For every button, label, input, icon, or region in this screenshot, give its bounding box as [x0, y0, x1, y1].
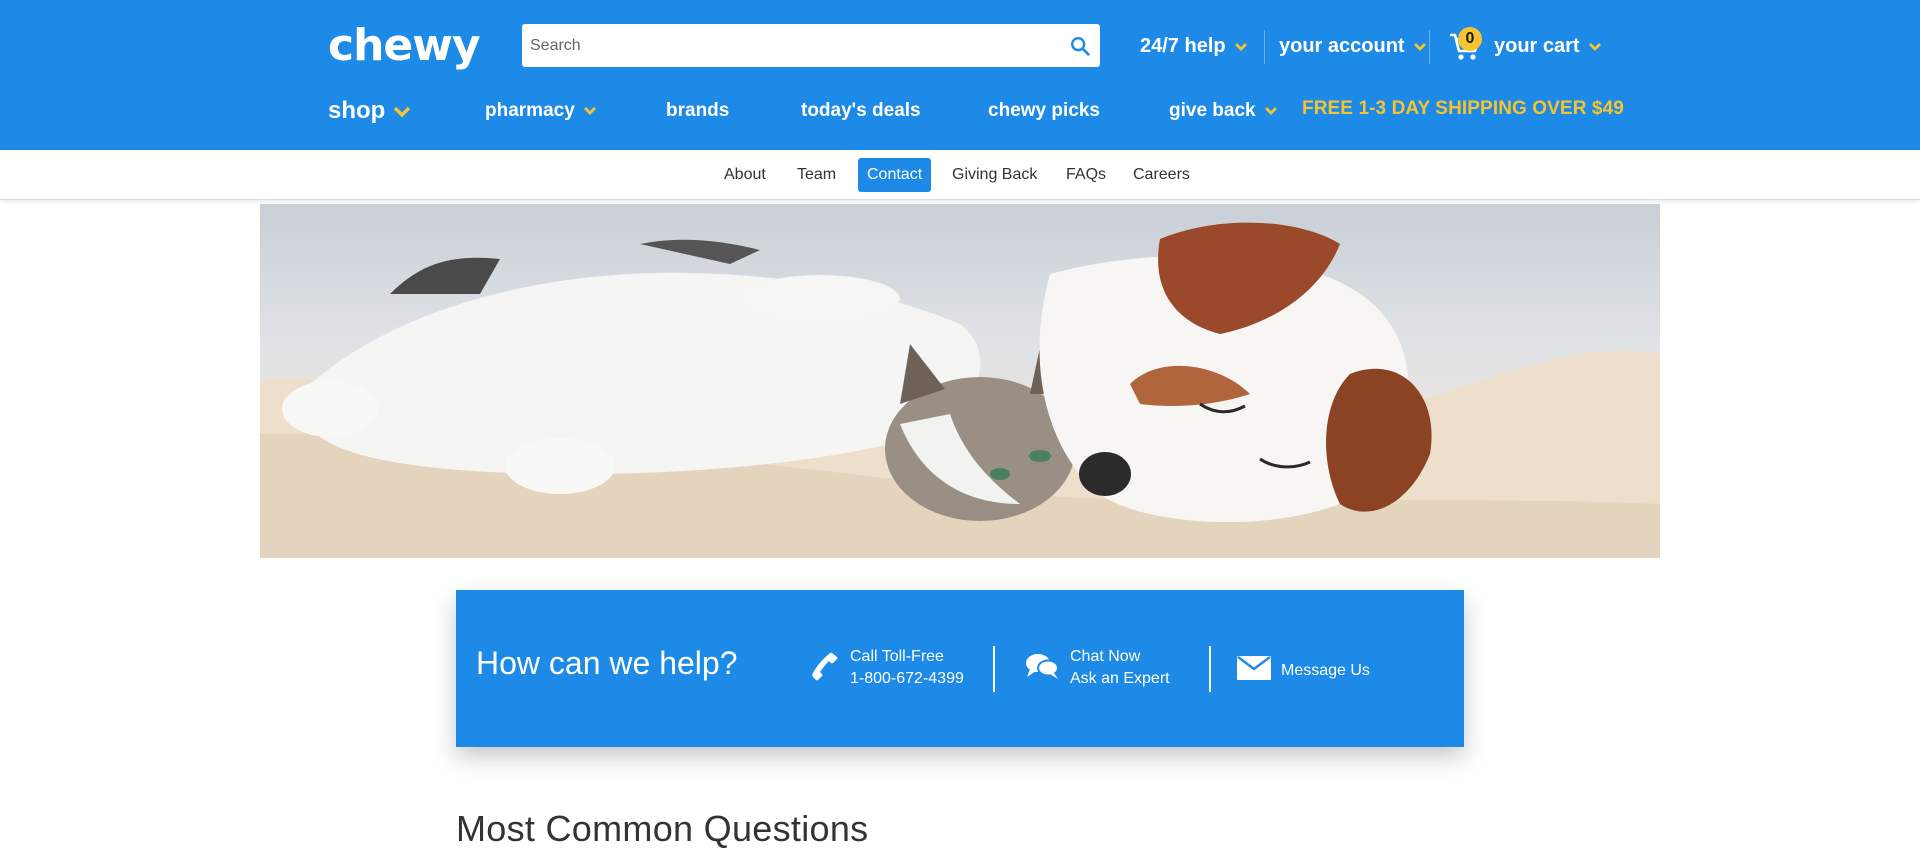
contact-help-box: How can we help? Call Toll-Free 1-800-67…: [456, 590, 1464, 747]
chat-icon: [1024, 651, 1060, 686]
nav-give-back[interactable]: give back: [1169, 96, 1278, 126]
subnav-careers[interactable]: Careers: [1124, 158, 1199, 192]
account-menu[interactable]: your account: [1279, 28, 1427, 64]
mail-icon: [1237, 656, 1271, 685]
chat-sublabel: Ask an Expert: [1070, 670, 1170, 687]
nav-shop-label: shop: [328, 97, 386, 124]
chevron-down-icon: [1413, 35, 1427, 58]
chevron-down-icon: [393, 97, 411, 125]
subnav-about[interactable]: About: [715, 158, 775, 192]
cart-menu-label: your cart: [1494, 34, 1580, 57]
phone-icon: [810, 651, 840, 686]
nav-brands[interactable]: brands: [666, 96, 729, 126]
about-subnav: About Team Contact Giving Back FAQs Care…: [0, 150, 1920, 200]
subnav-team[interactable]: Team: [788, 158, 845, 192]
help-divider: [1209, 646, 1211, 692]
subnav-contact[interactable]: Contact: [858, 158, 932, 192]
nav-chewy-picks[interactable]: chewy picks: [988, 96, 1100, 126]
message-label: Message Us: [1281, 661, 1370, 679]
hero-image-cat-and-dog: [260, 204, 1660, 558]
chevron-down-icon: [1264, 100, 1278, 122]
most-common-questions-heading: Most Common Questions: [456, 808, 869, 849]
chevron-down-icon: [1234, 35, 1248, 58]
chevron-down-icon: [583, 100, 597, 122]
cart-count-badge: 0: [1458, 27, 1482, 51]
message-us-option[interactable]: Message Us: [1237, 656, 1370, 685]
header-divider: [1429, 30, 1430, 64]
search-bar: [522, 24, 1100, 67]
account-menu-label: your account: [1279, 34, 1405, 57]
chat-label: Chat Now: [1070, 648, 1141, 665]
call-label: Call Toll-Free: [850, 648, 944, 665]
free-shipping-promo[interactable]: FREE 1-3 DAY SHIPPING OVER $49: [1302, 98, 1624, 120]
chewy-logo[interactable]: chewy: [328, 22, 482, 72]
nav-pharmacy-label: pharmacy: [485, 100, 575, 121]
subnav-faqs[interactable]: FAQs: [1057, 158, 1115, 192]
help-menu[interactable]: 24/7 help: [1140, 28, 1248, 64]
chevron-down-icon: [1588, 35, 1602, 58]
help-divider: [993, 646, 995, 692]
help-title: How can we help?: [476, 645, 738, 681]
nav-brands-label: brands: [666, 100, 730, 121]
chat-now-option[interactable]: Chat Now Ask an Expert: [1024, 646, 1170, 690]
search-input[interactable]: [522, 24, 1060, 67]
header-divider: [1264, 30, 1265, 64]
nav-pharmacy[interactable]: pharmacy: [485, 96, 597, 126]
search-icon[interactable]: [1060, 24, 1100, 67]
call-toll-free-option[interactable]: Call Toll-Free 1-800-672-4399: [810, 646, 964, 690]
nav-todays-deals-label: today's deals: [801, 100, 921, 121]
nav-give-back-label: give back: [1169, 100, 1256, 121]
nav-shop[interactable]: shop: [328, 96, 411, 126]
call-number[interactable]: 1-800-672-4399: [850, 668, 964, 690]
svg-text:chewy: chewy: [328, 22, 480, 71]
nav-chewy-picks-label: chewy picks: [988, 100, 1100, 121]
nav-todays-deals[interactable]: today's deals: [801, 96, 921, 126]
site-header: chewy 24/7 help your account your cart 0: [0, 0, 1920, 150]
subnav-giving-back[interactable]: Giving Back: [943, 158, 1046, 192]
help-menu-label: 24/7 help: [1140, 34, 1226, 57]
